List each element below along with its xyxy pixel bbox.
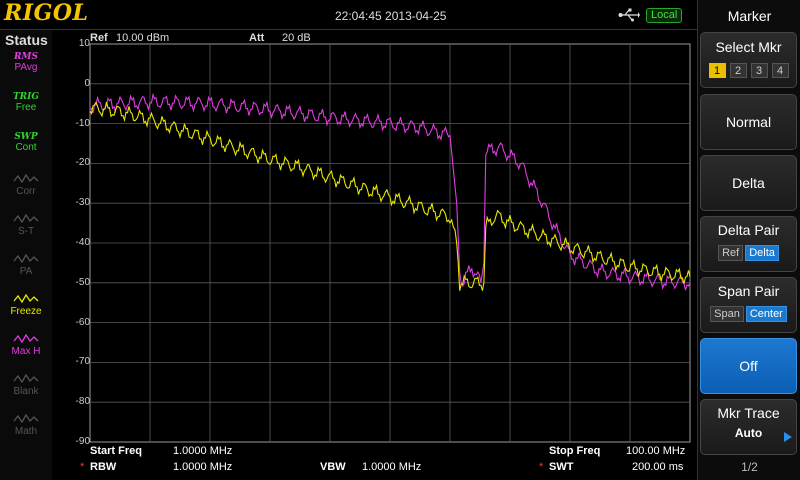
span-pair-center-option[interactable]: Center [745, 306, 787, 322]
normal-label: Normal [725, 114, 772, 130]
normal-button[interactable]: Normal [700, 94, 797, 150]
marker-3-option[interactable]: 3 [750, 63, 768, 78]
select-mkr-button[interactable]: Select Mkr 1234 [700, 32, 797, 88]
status-label: Math [14, 426, 38, 437]
start-freq-value[interactable]: 1.0000 MHz [173, 445, 232, 457]
off-button[interactable]: Off [700, 338, 797, 394]
status-label: Max H [11, 346, 41, 357]
timestamp: 22:04:45 2013-04-25 [335, 9, 447, 23]
delta-label: Delta [732, 175, 765, 191]
y-tick-label: -10 [75, 117, 90, 129]
rbw-coupled-marker: * [80, 461, 85, 473]
y-tick-label: -50 [75, 276, 90, 288]
arrow-right-icon [784, 432, 792, 442]
status-blank: Blank [4, 372, 48, 410]
waveform-icon [13, 253, 39, 264]
status-corr: Corr [4, 172, 48, 210]
stop-freq-label: Stop Freq [549, 445, 601, 457]
usb-icon [618, 8, 640, 22]
menu-page-indicator[interactable]: 1/2 [698, 460, 800, 474]
waveform-icon [13, 413, 39, 424]
marker-4-option[interactable]: 4 [771, 63, 789, 78]
y-tick-label: -20 [75, 157, 90, 169]
span-pair-span-option[interactable]: Span [710, 306, 744, 322]
top-bar: RIGOL 22:04:45 2013-04-25 Local [0, 0, 697, 30]
span-pair-label: Span Pair [717, 283, 780, 299]
status-label: Cont [15, 142, 37, 153]
rbw-value[interactable]: 1.0000 MHz [173, 461, 232, 473]
vbw-label: VBW [320, 461, 346, 473]
status-label: Freeze [10, 306, 42, 317]
status-top-label: SWP [14, 132, 38, 142]
local-status-badge: Local [646, 8, 683, 23]
status-top-label: RMS [14, 52, 38, 62]
stop-freq-value[interactable]: 100.00 MHz [626, 445, 685, 457]
status-label: Free [15, 102, 37, 113]
waveform-icon [13, 293, 39, 304]
status-label: Corr [16, 186, 36, 197]
y-tick-label: -70 [75, 356, 90, 368]
swt-label: SWT [549, 461, 574, 473]
status-pa: PA [4, 252, 48, 290]
vbw-value[interactable]: 1.0000 MHz [362, 461, 421, 473]
rbw-label: RBW [90, 461, 117, 473]
y-tick-label: -80 [75, 396, 90, 408]
y-tick-label: -60 [75, 316, 90, 328]
y-tick-label: 10 [78, 38, 90, 49]
status-label: S-T [17, 226, 35, 237]
off-label: Off [739, 358, 758, 374]
y-tick-label: -90 [75, 436, 90, 447]
delta-button[interactable]: Delta [700, 155, 797, 211]
mkr-trace-button[interactable]: Mkr Trace Auto [700, 399, 797, 455]
waveform-icon [13, 213, 39, 224]
spectrum-plot [89, 43, 691, 443]
status-label: PA [19, 266, 33, 277]
status-cont: SWP Cont [4, 132, 48, 170]
mkr-trace-label: Mkr Trace [717, 405, 780, 421]
y-tick-label: 0 [84, 77, 90, 89]
status-label: PAvg [14, 62, 38, 73]
select-mkr-label: Select Mkr [715, 39, 782, 55]
waveform-icon [13, 333, 39, 344]
delta-pair-label: Delta Pair [717, 222, 780, 238]
status-label: Blank [13, 386, 39, 397]
rigol-logo: RIGOL [4, 0, 89, 26]
delta-pair-ref-option[interactable]: Ref [718, 245, 744, 261]
status-max-h: Max H [4, 332, 48, 370]
status-panel: Status RMS PAvg TRIG Free SWP Cont Corr S-T PA Fr… [0, 30, 52, 480]
marker-1-option[interactable]: 1 [708, 63, 726, 78]
span-pair-button[interactable]: Span Pair Span Center [700, 277, 797, 333]
start-freq-label: Start Freq [90, 445, 142, 457]
menu-title: Marker [727, 8, 772, 24]
att-label: Att [249, 32, 265, 44]
status-title: Status [5, 32, 48, 48]
delta-pair-delta-option[interactable]: Delta [745, 245, 779, 261]
status-top-label: TRIG [12, 92, 40, 102]
spectrum-display: 10 0 -10 -20 -30 -40 -50 -60 -70 -80 -90 Ref 10.00… [52, 30, 697, 480]
marker-menu: Marker Select Mkr 1234 Normal Delta Delt… [697, 0, 800, 480]
ref-level-value[interactable]: 10.00 dBm [116, 32, 169, 44]
delta-pair-button[interactable]: Delta Pair Ref Delta [700, 216, 797, 272]
waveform-icon [13, 173, 39, 184]
y-tick-label: -40 [75, 237, 90, 248]
status-freeze: Freeze [4, 292, 48, 330]
mkr-trace-value: Auto [734, 426, 763, 440]
ref-label: Ref [90, 32, 108, 44]
marker-2-option[interactable]: 2 [729, 63, 747, 78]
status-math: Math [4, 412, 48, 450]
attenuation-value[interactable]: 20 dB [282, 32, 311, 44]
status-pavg: RMS PAvg [4, 52, 48, 90]
swt-value[interactable]: 200.00 ms [632, 461, 683, 473]
waveform-icon [13, 373, 39, 384]
y-tick-label: -30 [75, 197, 90, 209]
status-s-t: S-T [4, 212, 48, 250]
swt-coupled-marker: * [539, 461, 544, 473]
status-free: TRIG Free [4, 92, 48, 130]
